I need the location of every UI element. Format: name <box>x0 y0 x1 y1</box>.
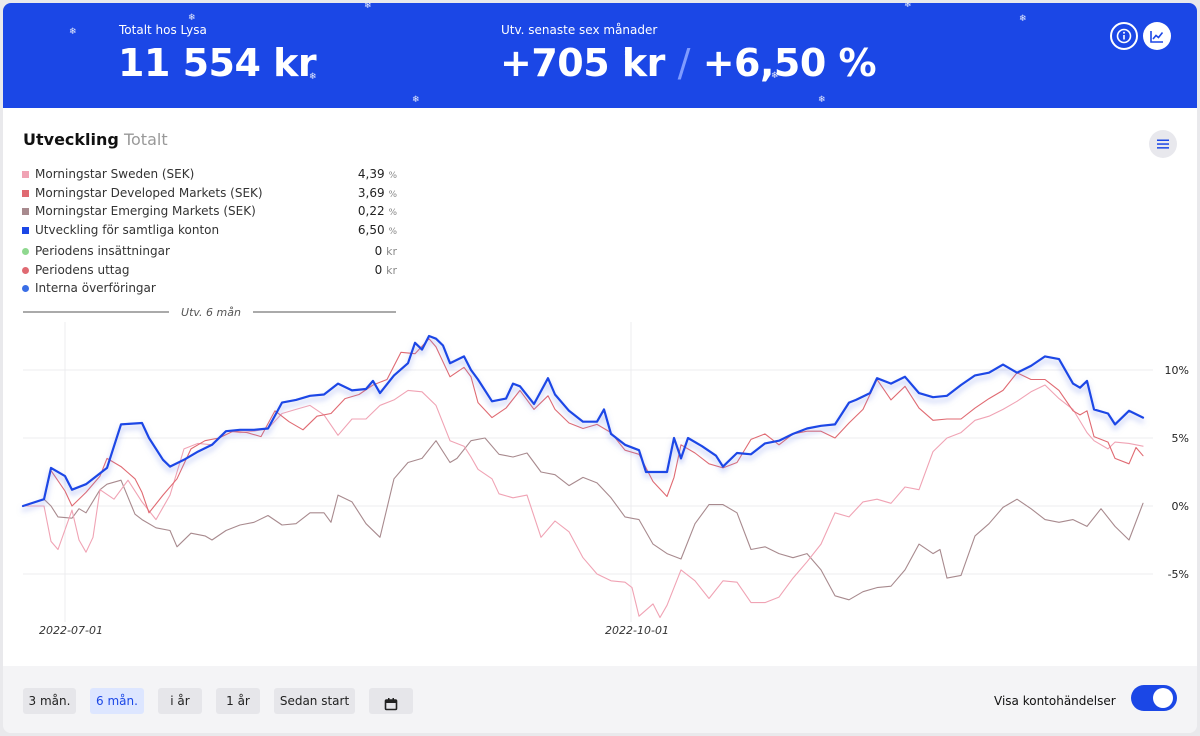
snowflake-icon: ❄ <box>904 3 912 10</box>
snowflake-icon: ❄ <box>69 27 77 37</box>
account-events-toggle[interactable] <box>1131 685 1177 711</box>
date-picker-button[interactable] <box>369 688 413 714</box>
snowflake-icon: ❄ <box>364 3 372 11</box>
calendar-icon <box>384 698 398 711</box>
y-tick-label: 0% <box>1172 500 1189 513</box>
snowflake-icon: ❄ <box>818 95 826 105</box>
account-events-label: Visa kontohändelser <box>994 694 1116 708</box>
y-tick-label: -5% <box>1168 568 1189 581</box>
change-separator: / <box>677 41 691 85</box>
toggle-knob <box>1153 688 1173 708</box>
change-amount: +705 kr <box>500 41 665 85</box>
y-tick-label: 5% <box>1172 432 1189 445</box>
y-tick-label: 10% <box>1165 364 1189 377</box>
trend-chart-icon <box>1150 31 1164 43</box>
development-chart: Utv. 6 mån 10% 5% 0% -5% 2022-07-01 2022-10-0… <box>21 306 1189 637</box>
range-button-1y[interactable]: 1 år <box>216 688 260 714</box>
change-label: Utv. senaste sex månader <box>501 23 658 37</box>
total-label: Totalt hos Lysa <box>119 23 207 37</box>
series-line-morningstar-developed-markets-sek- <box>22 338 1144 514</box>
range-button-6m[interactable]: 6 mån. <box>90 688 144 714</box>
chart-button[interactable] <box>1143 22 1171 50</box>
snowflake-icon: ❄ <box>188 13 196 23</box>
chart-controls: 3 mån. 6 mån. i år 1 år Sedan start Visa… <box>3 666 1197 733</box>
series-line-morningstar-sweden-sek- <box>22 384 1144 619</box>
x-tick-label: 2022-10-01 <box>605 624 669 637</box>
summary-header: ❄ ❄ ❄ ❄ ❄ ❄ ❄ ❄ ❄ ❄ Totalt hos Lysa 11 5… <box>3 3 1197 108</box>
info-button[interactable] <box>1110 22 1138 50</box>
total-value: 11 554 kr <box>118 41 317 85</box>
snowflake-icon: ❄ <box>1019 14 1027 24</box>
change-percent: +6,50 % <box>702 41 877 85</box>
series-line-morningstar-emerging-markets-sek- <box>22 437 1144 601</box>
range-button-ytd[interactable]: i år <box>158 688 202 714</box>
x-tick-label: 2022-07-01 <box>39 624 103 637</box>
app-card: ❄ ❄ ❄ ❄ ❄ ❄ ❄ ❄ ❄ ❄ Totalt hos Lysa 11 5… <box>3 3 1197 733</box>
range-button-since-start[interactable]: Sedan start <box>274 688 355 714</box>
info-icon <box>1116 28 1132 44</box>
snowflake-icon: ❄ <box>412 95 420 105</box>
change-values: +705 kr / +6,50 % <box>500 41 877 85</box>
range-button-3m[interactable]: 3 mån. <box>23 688 76 714</box>
chart-section: Utveckling Totalt Morningstar Sweden (SE… <box>3 108 1197 666</box>
period-caption: Utv. 6 mån <box>181 306 241 319</box>
